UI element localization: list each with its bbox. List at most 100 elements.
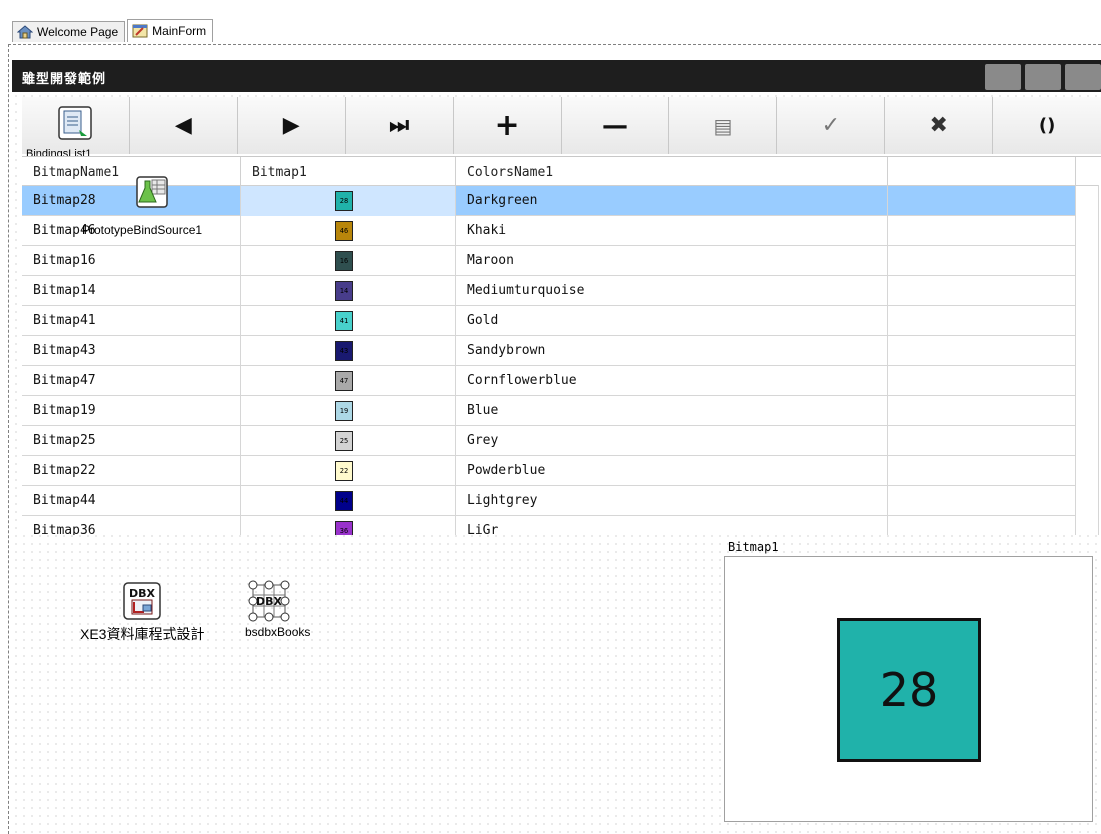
cell-empty[interactable] bbox=[888, 246, 1076, 276]
cell-bitmap-name[interactable]: Bitmap47 bbox=[22, 366, 241, 396]
next-button[interactable]: ▶ bbox=[237, 97, 346, 154]
column-header[interactable]: ColorsName1 bbox=[456, 157, 888, 185]
insert-button[interactable]: + bbox=[453, 97, 562, 154]
dbx-dataset-label: bsdbxBooks bbox=[245, 625, 311, 639]
dbx-connection-icon[interactable]: DBX bbox=[122, 581, 162, 625]
table-row[interactable]: Bitmap16 16 Maroon bbox=[22, 246, 1076, 276]
tab-label: MainForm bbox=[152, 24, 207, 38]
bitmap-preview-value: 28 bbox=[879, 663, 939, 717]
minimize-icon[interactable] bbox=[985, 64, 1021, 90]
cancel-button[interactable]: ✖ bbox=[885, 97, 994, 154]
cell-bitmap-name[interactable]: Bitmap41 bbox=[22, 306, 241, 336]
prototype-bind-source-icon[interactable] bbox=[136, 176, 168, 212]
cell-empty[interactable] bbox=[888, 396, 1076, 426]
cell-bitmap[interactable]: 19 bbox=[241, 396, 456, 426]
last-button[interactable]: ⏭ bbox=[345, 97, 454, 154]
refresh-button[interactable]: () bbox=[993, 97, 1101, 154]
cell-bitmap[interactable]: 47 bbox=[241, 366, 456, 396]
cell-bitmap[interactable]: 43 bbox=[241, 336, 456, 366]
data-grid[interactable]: BitmapName1 Bitmap1 ColorsName1 Bitmap28… bbox=[22, 156, 1101, 535]
cell-bitmap[interactable]: 28 bbox=[241, 186, 456, 216]
cell-color-name[interactable]: Mediumturquoise bbox=[456, 276, 888, 306]
bitmap-swatch: 44 bbox=[335, 491, 353, 511]
cell-empty[interactable] bbox=[888, 276, 1076, 306]
prior-button[interactable]: ◀ bbox=[129, 97, 238, 154]
cell-color-name[interactable]: Powderblue bbox=[456, 456, 888, 486]
cell-color-name[interactable]: Maroon bbox=[456, 246, 888, 276]
cell-empty[interactable] bbox=[888, 516, 1076, 535]
cell-bitmap-name[interactable]: Bitmap14 bbox=[22, 276, 241, 306]
cell-color-name[interactable]: Gold bbox=[456, 306, 888, 336]
table-row[interactable]: Bitmap25 25 Grey bbox=[22, 426, 1076, 456]
last-icon: ⏭ bbox=[389, 113, 410, 138]
cell-empty[interactable] bbox=[888, 366, 1076, 396]
table-row[interactable]: Bitmap36 36 LiGr bbox=[22, 516, 1076, 535]
cell-bitmap-name[interactable]: Bitmap25 bbox=[22, 426, 241, 456]
table-row[interactable]: Bitmap14 14 Mediumturquoise bbox=[22, 276, 1076, 306]
cell-bitmap[interactable]: 36 bbox=[241, 516, 456, 535]
table-row[interactable]: Bitmap19 19 Blue bbox=[22, 396, 1076, 426]
prototype-bind-source-label: PrototypeBindSource1 bbox=[82, 223, 203, 237]
table-row[interactable]: Bitmap28 28 Darkgreen bbox=[22, 186, 1076, 216]
cell-bitmap-name[interactable]: Bitmap43 bbox=[22, 336, 241, 366]
cell-bitmap-name[interactable]: Bitmap44 bbox=[22, 486, 241, 516]
table-row[interactable]: Bitmap44 44 Lightgrey bbox=[22, 486, 1076, 516]
cell-color-name[interactable]: Khaki bbox=[456, 216, 888, 246]
bitmap-swatch: 16 bbox=[335, 251, 353, 271]
bindings-list-button[interactable] bbox=[22, 97, 130, 154]
cell-empty[interactable] bbox=[888, 486, 1076, 516]
bitmap-swatch: 46 bbox=[335, 221, 353, 241]
cell-empty[interactable] bbox=[888, 336, 1076, 366]
cell-color-name[interactable]: Blue bbox=[456, 396, 888, 426]
bitmap-swatch: 47 bbox=[335, 371, 353, 391]
refresh-icon: () bbox=[1038, 115, 1056, 136]
column-header[interactable] bbox=[888, 157, 1076, 185]
cell-bitmap-name[interactable]: Bitmap19 bbox=[22, 396, 241, 426]
dbx-dataset-icon[interactable]: DBX bbox=[247, 579, 291, 627]
bitmap-swatch: 14 bbox=[335, 281, 353, 301]
cell-color-name[interactable]: Grey bbox=[456, 426, 888, 456]
cell-color-name[interactable]: Sandybrown bbox=[456, 336, 888, 366]
tab-welcome-page[interactable]: Welcome Page bbox=[12, 21, 126, 42]
cell-bitmap[interactable]: 14 bbox=[241, 276, 456, 306]
table-row[interactable]: Bitmap47 47 Cornflowerblue bbox=[22, 366, 1076, 396]
cell-bitmap-name[interactable]: Bitmap16 bbox=[22, 246, 241, 276]
grid-header: BitmapName1 Bitmap1 ColorsName1 bbox=[22, 157, 1101, 186]
bitmap-swatch: 22 bbox=[335, 461, 353, 481]
cell-color-name[interactable]: Cornflowerblue bbox=[456, 366, 888, 396]
bitmap-swatch: 36 bbox=[335, 521, 353, 535]
cell-empty[interactable] bbox=[888, 456, 1076, 486]
edit-icon: ▤ bbox=[713, 113, 733, 138]
cell-empty[interactable] bbox=[888, 426, 1076, 456]
cell-bitmap[interactable]: 41 bbox=[241, 306, 456, 336]
maximize-icon[interactable] bbox=[1025, 64, 1061, 90]
cell-bitmap[interactable]: 46 bbox=[241, 216, 456, 246]
table-row[interactable]: Bitmap43 43 Sandybrown bbox=[22, 336, 1076, 366]
cell-color-name[interactable]: LiGr bbox=[456, 516, 888, 535]
table-row[interactable]: Bitmap41 41 Gold bbox=[22, 306, 1076, 336]
delete-button[interactable]: — bbox=[561, 97, 670, 154]
post-button[interactable]: ✓ bbox=[777, 97, 886, 154]
cell-color-name[interactable]: Lightgrey bbox=[456, 486, 888, 516]
cell-bitmap-name[interactable]: Bitmap28 bbox=[22, 186, 241, 216]
cell-empty[interactable] bbox=[888, 186, 1076, 216]
edit-button[interactable]: ▤ bbox=[669, 97, 778, 154]
close-icon[interactable] bbox=[1065, 64, 1101, 90]
cell-bitmap-name[interactable]: Bitmap22 bbox=[22, 456, 241, 486]
bitmap-swatch: 41 bbox=[335, 311, 353, 331]
cell-bitmap[interactable]: 44 bbox=[241, 486, 456, 516]
table-row[interactable]: Bitmap22 22 Powderblue bbox=[22, 456, 1076, 486]
document-tabs: Welcome Page MainForm bbox=[0, 0, 1101, 44]
cell-color-name[interactable]: Darkgreen bbox=[456, 186, 888, 216]
cell-bitmap[interactable]: 22 bbox=[241, 456, 456, 486]
cell-bitmap-name[interactable]: Bitmap36 bbox=[22, 516, 241, 535]
bitmap-swatch: 19 bbox=[335, 401, 353, 421]
form-title: 雖型開發範例 bbox=[22, 72, 107, 87]
cell-bitmap[interactable]: 16 bbox=[241, 246, 456, 276]
column-header[interactable]: Bitmap1 bbox=[241, 157, 456, 185]
cell-empty[interactable] bbox=[888, 216, 1076, 246]
cell-bitmap[interactable]: 25 bbox=[241, 426, 456, 456]
cell-empty[interactable] bbox=[888, 306, 1076, 336]
tab-mainform[interactable]: MainForm bbox=[127, 19, 214, 42]
column-header[interactable]: BitmapName1 bbox=[22, 157, 241, 185]
